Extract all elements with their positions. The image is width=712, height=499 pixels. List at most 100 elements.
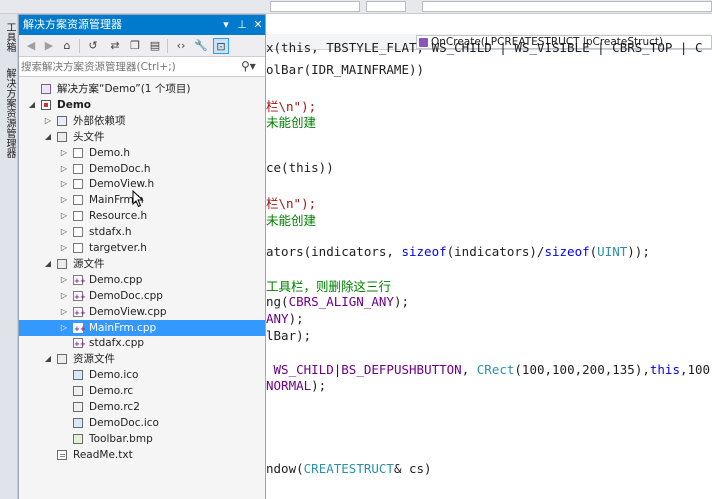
tree-item-label: DemoView.cpp xyxy=(89,305,167,318)
tree-item[interactable]: ▷ DemoView.cpp xyxy=(19,304,265,321)
code-line: NORMAL); xyxy=(266,378,327,393)
tree-item[interactable]: Demo.ico xyxy=(19,367,265,383)
tree-item-label: Demo.cpp xyxy=(89,273,143,286)
solution-tree: 解决方案“Demo”(1 个项目) ◢ Demo ▷ 外部依赖项 ◢ 头文件 ▷ Demo.h ▷… xyxy=(19,79,265,499)
header-file-icon xyxy=(73,195,83,206)
code-line: ators(indicators, sizeof(indicators)/siz… xyxy=(266,244,650,259)
tree-item-label: Demo.rc2 xyxy=(89,401,140,413)
collapsed-arrow-icon xyxy=(59,383,69,399)
side-tab-solution-explorer[interactable]: 解决方案资源管理器 xyxy=(2,68,16,158)
collapse-all-icon[interactable]: ❐ xyxy=(127,38,143,54)
tree-item-label: 源文件 xyxy=(73,257,105,270)
tree-item[interactable]: ◢ Demo xyxy=(19,97,265,113)
code-line: ce(this)) xyxy=(266,160,334,175)
cpp-file-icon xyxy=(73,305,86,321)
tree-item[interactable]: stdafx.cpp xyxy=(19,335,265,352)
header-file-icon xyxy=(73,163,83,174)
tree-item-label: 解决方案“Demo”(1 个项目) xyxy=(57,83,191,95)
tree-item[interactable]: ◢ 头文件 xyxy=(19,129,265,145)
collapsed-arrow-icon[interactable]: ▷ xyxy=(59,176,69,192)
collapsed-arrow-icon[interactable]: ▷ xyxy=(59,161,69,177)
view-code-icon[interactable]: ‹› xyxy=(173,38,189,54)
tree-item[interactable]: Demo.rc xyxy=(19,383,265,399)
rc-file-icon xyxy=(73,402,83,412)
collapsed-arrow-icon[interactable]: ▷ xyxy=(59,288,69,304)
tree-item-label: ReadMe.txt xyxy=(73,448,133,461)
collapsed-arrow-icon xyxy=(59,399,69,415)
tree-item[interactable]: ◢ 资源文件 xyxy=(19,351,265,367)
scope-dropdown[interactable] xyxy=(422,1,712,12)
tree-item[interactable]: Demo.rc2 xyxy=(19,399,265,415)
tree-item[interactable]: ▷ Demo.h xyxy=(19,145,265,161)
toolbar-separator xyxy=(167,39,168,53)
platform-dropdown[interactable] xyxy=(366,1,406,12)
tree-item-label: 头文件 xyxy=(73,130,105,143)
ide-toolbar-strip xyxy=(0,0,712,14)
solution-config-dropdown[interactable] xyxy=(270,1,360,12)
tree-item-label: Demo xyxy=(57,98,91,111)
expanded-arrow-icon[interactable]: ◢ xyxy=(43,256,53,272)
collapsed-arrow-icon xyxy=(59,431,69,447)
collapsed-arrow-icon[interactable]: ▷ xyxy=(59,240,69,256)
code-editor[interactable] xyxy=(266,34,712,499)
show-all-files-icon[interactable]: ▤ xyxy=(147,38,163,54)
solution-explorer-toolbar: ◀ ▶ ⌂ ↺ ⇄ ❐ ▤ ‹› 🔧 ⊡ xyxy=(19,35,265,57)
collapsed-arrow-icon xyxy=(59,335,69,351)
rc-file-icon xyxy=(73,386,83,397)
tree-item-label: Demo.rc xyxy=(89,385,134,398)
pending-changes-icon[interactable]: ↺ xyxy=(85,38,101,54)
tree-item-label: 资源文件 xyxy=(73,353,115,366)
expanded-arrow-icon[interactable]: ◢ xyxy=(43,129,53,145)
tree-item[interactable]: ▷ stdafx.h xyxy=(19,224,265,240)
tree-item[interactable]: 解决方案“Demo”(1 个项目) xyxy=(19,81,265,97)
tree-item[interactable]: ▷ 外部依赖项 xyxy=(19,113,265,129)
ico-file-icon xyxy=(73,417,83,428)
search-input[interactable] xyxy=(21,59,237,75)
search-icon[interactable]: ⚲▾ xyxy=(241,59,261,75)
home-icon[interactable]: ⌂ xyxy=(59,38,75,54)
expanded-arrow-icon[interactable]: ◢ xyxy=(43,351,53,367)
collapsed-arrow-icon[interactable]: ▷ xyxy=(59,304,69,320)
collapsed-arrow-icon[interactable]: ▷ xyxy=(59,320,69,336)
collapsed-arrow-icon[interactable]: ▷ xyxy=(59,208,69,224)
close-icon[interactable]: ✕ xyxy=(251,18,265,32)
collapsed-arrow-icon[interactable]: ▷ xyxy=(59,145,69,161)
mouse-cursor-icon xyxy=(132,190,144,208)
sync-icon[interactable]: ⇄ xyxy=(107,38,123,54)
code-line: WS_CHILD|BS_DEFPUSHBUTTON, CRect(100,100… xyxy=(273,362,712,377)
forward-icon[interactable]: ▶ xyxy=(41,38,57,54)
tree-item[interactable]: ◢ 源文件 xyxy=(19,256,265,272)
cpp-file-icon xyxy=(73,273,86,289)
tree-item[interactable]: DemoDoc.ico xyxy=(19,415,265,431)
collapsed-arrow-icon[interactable]: ▷ xyxy=(43,113,53,129)
collapsed-arrow-icon[interactable]: ▷ xyxy=(59,224,69,240)
properties-icon[interactable]: 🔧 xyxy=(193,38,209,54)
code-line: ng(CBRS_ALIGN_ANY); xyxy=(266,294,409,309)
window-dropdown-icon[interactable]: ▾ xyxy=(219,18,233,32)
tree-item[interactable]: ▷ Demo.cpp xyxy=(19,272,265,289)
tree-item[interactable]: ▷ DemoDoc.h xyxy=(19,161,265,177)
expanded-arrow-icon[interactable]: ◢ xyxy=(27,97,37,113)
code-line: 未能创建 xyxy=(266,213,317,228)
tree-item[interactable]: ▷ Resource.h xyxy=(19,208,265,224)
collapsed-arrow-icon[interactable]: ▷ xyxy=(59,272,69,288)
tree-item-label: Resource.h xyxy=(89,210,148,223)
tool-window-title-bar[interactable]: 解决方案资源管理器 ▾ ⊥ ✕ xyxy=(19,15,265,35)
preview-selected-icon[interactable]: ⊡ xyxy=(213,38,229,54)
tree-item[interactable]: ▷ targetver.h xyxy=(19,240,265,256)
back-icon[interactable]: ◀ xyxy=(23,38,39,54)
pin-icon[interactable]: ⊥ xyxy=(235,18,249,32)
cpp-file-icon xyxy=(73,336,86,352)
code-line: 未能创建 xyxy=(266,115,317,130)
code-line: x(this, TBSTYLE_FLAT, WS_CHILD | WS_VISI… xyxy=(266,40,703,55)
code-line: lBar); xyxy=(266,328,312,343)
tree-item[interactable]: Toolbar.bmp xyxy=(19,431,265,447)
tree-item-selected[interactable]: ▷ MainFrm.cpp xyxy=(19,319,265,337)
cpp-file-icon xyxy=(73,321,86,337)
project-icon xyxy=(41,99,51,110)
tree-item-label: stdafx.cpp xyxy=(89,337,145,350)
collapsed-arrow-icon[interactable]: ▷ xyxy=(59,192,69,208)
tree-item[interactable]: ReadMe.txt xyxy=(19,447,265,463)
side-tab-toolbox[interactable]: 工具箱 xyxy=(2,22,16,52)
tree-item[interactable]: ▷ DemoDoc.cpp xyxy=(19,288,265,305)
